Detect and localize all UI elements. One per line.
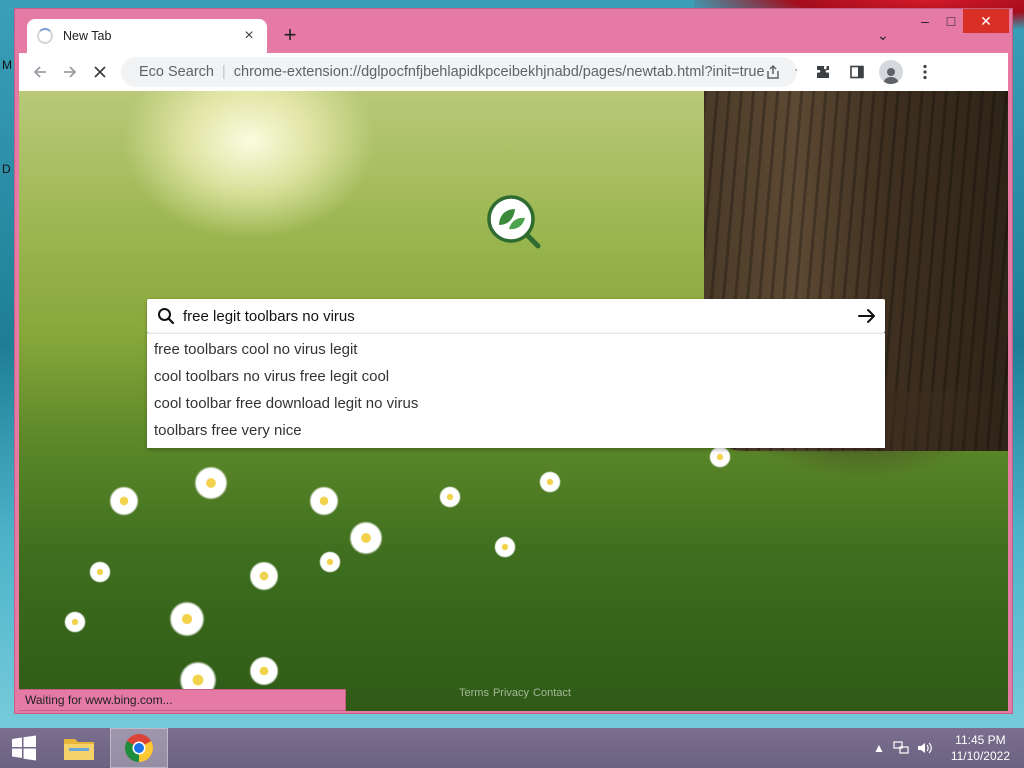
flower-decoration [249,656,279,686]
site-name: Eco Search [139,64,214,80]
flower-decoration [89,561,111,583]
title-bar: New Tab × + ⌄ – □ ✕ [15,9,1012,53]
taskbar: ▲ 11:45 PM 11/10/2022 [0,728,1024,768]
file-explorer-taskbar-button[interactable] [50,728,108,768]
forward-button[interactable] [55,57,85,87]
windows-logo-icon [12,735,36,761]
flower-decoration [64,611,86,633]
url-text: chrome-extension://dglpocfnfjbehlapidkpc… [233,64,765,80]
submit-arrow-icon[interactable] [857,306,877,326]
desktop-icon-label[interactable]: D [2,162,11,176]
bookmark-star-icon[interactable] [794,64,797,80]
flower-decoration [439,486,461,508]
autocomplete-list: free toolbars cool no virus legit cool t… [147,333,885,448]
terms-link[interactable]: Terms [459,687,489,699]
address-bar[interactable]: Eco Search | chrome-extension://dglpocfn… [121,57,797,87]
tab-search-button[interactable]: ⌄ [877,27,889,44]
loading-spinner-icon [37,28,53,44]
side-panel-icon [850,65,864,79]
extensions-button[interactable] [811,60,835,84]
forward-arrow-icon [64,66,77,78]
volume-icon[interactable] [917,741,933,755]
flower-decoration [494,536,516,558]
contact-link[interactable]: Contact [533,687,571,699]
tab-new-tab[interactable]: New Tab × [27,19,267,53]
start-button[interactable] [0,728,48,768]
kebab-menu-icon [923,64,927,80]
puzzle-icon [817,66,829,78]
tab-close-icon[interactable]: × [241,27,257,45]
search-widget: free toolbars cool no virus legit cool t… [147,299,885,448]
person-icon [883,68,899,84]
desktop-icon-label[interactable]: M [2,58,12,72]
new-tab-button[interactable]: + [279,24,301,47]
flower-decoration [109,486,139,516]
flower-decoration [319,551,341,573]
footer-links: Terms Privacy Contact [459,687,571,699]
folder-icon [64,739,94,760]
share-icon[interactable] [765,64,781,80]
suggestion-item[interactable]: cool toolbars no virus free legit cool [147,363,885,390]
close-window-button[interactable]: ✕ [963,9,1009,33]
status-bubble: Waiting for www.bing.com... [19,689,346,711]
network-icon[interactable] [893,741,909,755]
flower-decoration [309,486,339,516]
clock[interactable]: 11:45 PM 11/10/2022 [951,732,1010,764]
flower-decoration [539,471,561,493]
flower-decoration [194,466,228,500]
flower-decoration [249,561,279,591]
clock-date: 11/10/2022 [950,749,1010,763]
close-icon [94,66,106,78]
system-tray: ▲ 11:45 PM 11/10/2022 [873,732,1024,764]
newtab-page: free toolbars cool no virus legit cool t… [19,91,1008,711]
search-box [147,299,885,333]
flower-decoration [169,601,205,637]
chrome-taskbar-button[interactable] [110,728,168,768]
privacy-link[interactable]: Privacy [493,687,529,699]
show-hidden-icons-button[interactable]: ▲ [873,741,885,755]
browser-toolbar: Eco Search | chrome-extension://dglpocfn… [19,53,1008,91]
stop-loading-button[interactable] [85,57,115,87]
chrome-icon [125,734,153,762]
side-panel-button[interactable] [845,60,869,84]
flower-decoration [349,521,383,555]
url-separator: | [221,64,226,80]
menu-button[interactable] [913,60,937,84]
eco-search-logo [487,195,541,249]
suggestion-item[interactable]: free toolbars cool no virus legit [147,336,885,363]
search-input[interactable] [183,307,857,325]
chrome-window: New Tab × + ⌄ – □ ✕ Eco Search | chrome-… [14,8,1013,714]
profile-avatar[interactable] [879,60,903,84]
flower-decoration [709,446,731,468]
back-arrow-icon [33,66,46,78]
back-button[interactable] [25,57,55,87]
suggestion-item[interactable]: cool toolbar free download legit no viru… [147,390,885,417]
tab-title: New Tab [63,29,112,43]
suggestion-item[interactable]: toolbars free very nice [147,417,885,444]
clock-time: 11:45 PM [955,733,1006,747]
search-icon [158,308,175,325]
